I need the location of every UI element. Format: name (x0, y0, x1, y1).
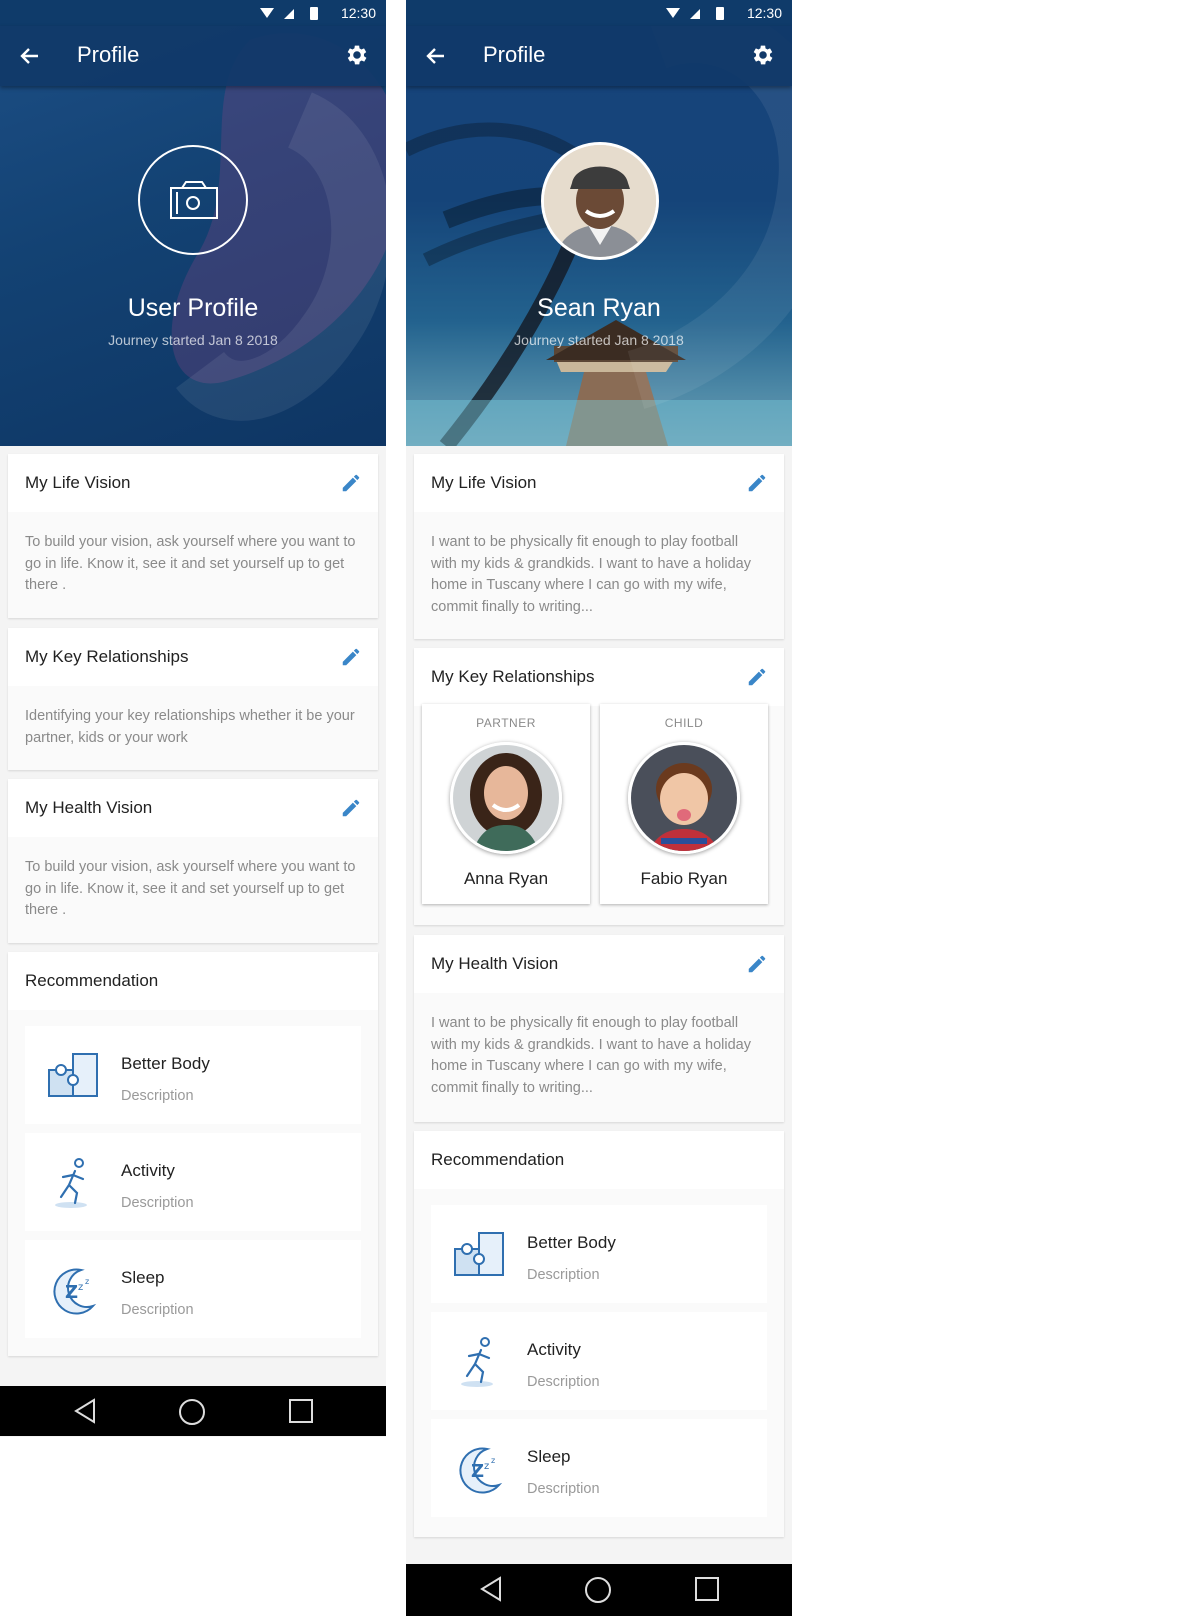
recommendation-title: Recommendation (25, 971, 159, 990)
recommendation-item-title: Better Body (121, 1054, 210, 1073)
nav-home-icon[interactable] (584, 1576, 612, 1604)
recommendation-item-title: Activity (121, 1161, 175, 1180)
recommendation-item-title: Activity (527, 1340, 581, 1359)
recommendation-title: Recommendation (431, 1150, 565, 1169)
profile-name: User Profile (127, 294, 259, 322)
sleep-moon-icon: Z z z (459, 1447, 503, 1494)
status-icons (260, 7, 318, 20)
edit-pencil-icon[interactable] (340, 646, 362, 668)
avatar-placeholder[interactable] (138, 145, 248, 255)
recommendation-item-description: Description (121, 1195, 194, 1211)
recommendation-item-title: Sleep (121, 1268, 165, 1287)
profile-hero: 12:30 Profile User Profile Journey start… (0, 0, 386, 446)
life-vision-card[interactable]: My Life Vision I want to be physically f… (414, 454, 784, 639)
profile-screen-filled: 12:30 Profile Sean Ryan Journey started … (406, 0, 792, 1616)
gear-icon[interactable] (344, 42, 370, 68)
recommendation-card: Recommendation Better Body Description A… (414, 1131, 784, 1537)
edit-pencil-icon[interactable] (746, 472, 768, 494)
status-bar: 12:30 (406, 0, 792, 26)
recommendation-item-title: Sleep (527, 1447, 571, 1466)
health-vision-title: My Health Vision (25, 798, 153, 817)
app-bar-title: Profile (483, 42, 546, 67)
svg-text:z: z (491, 1456, 495, 1465)
life-vision-card[interactable]: My Life Vision To build your vision, ask… (8, 454, 378, 618)
svg-text:Z: Z (471, 1461, 484, 1482)
relationship-card-child[interactable]: CHILD Fabio Ryan (600, 704, 768, 904)
app-bar: Profile (0, 26, 386, 86)
puzzle-icon (454, 1232, 504, 1276)
recommendation-item-description: Description (121, 1302, 194, 1318)
relationship-name: Anna Ryan (463, 869, 549, 888)
relationship-role: CHILD (664, 716, 704, 730)
sleep-moon-icon: Z z z (53, 1268, 97, 1315)
nav-recents-icon[interactable] (288, 1398, 314, 1424)
relationship-avatar (628, 742, 740, 854)
nav-back-icon[interactable] (478, 1576, 504, 1602)
svg-text:z: z (78, 1282, 83, 1293)
recommendation-card: Recommendation Better Body Description A… (8, 952, 378, 1356)
system-nav-bar (0, 1386, 386, 1436)
avatar-portrait (544, 145, 656, 257)
relationship-role: PARTNER (476, 716, 536, 730)
status-bar: 12:30 (0, 0, 386, 26)
nav-back-icon[interactable] (72, 1398, 98, 1424)
recommendation-item-activity[interactable]: Activity Description (25, 1133, 361, 1231)
health-vision-title: My Health Vision (431, 954, 559, 973)
recommendation-item-activity[interactable]: Activity Description (431, 1312, 767, 1410)
journey-start-date: Journey started Jan 8 2018 (514, 332, 684, 348)
key-relationships-text: Identifying your key relationships wheth… (25, 708, 355, 746)
app-bar-title: Profile (77, 42, 140, 67)
status-time: 12:30 (340, 5, 376, 21)
system-nav-bar (406, 1564, 792, 1616)
running-person-icon (55, 1158, 87, 1208)
key-relationships-title: My Key Relationships (431, 667, 595, 686)
recommendation-item-description: Description (121, 1088, 194, 1104)
life-vision-text: I want to be physically fit enough to pl… (431, 534, 751, 615)
edit-pencil-icon[interactable] (746, 953, 768, 975)
status-time: 12:30 (746, 5, 782, 21)
relationship-name: Fabio Ryan (640, 869, 728, 888)
life-vision-text: To build your vision, ask yourself where… (25, 534, 356, 593)
puzzle-icon (48, 1053, 98, 1097)
recommendation-item-description: Description (527, 1267, 600, 1283)
recommendation-item-sleep[interactable]: Z z z Sleep Description (431, 1419, 767, 1517)
health-vision-text: To build your vision, ask yourself where… (25, 859, 356, 918)
health-vision-text: I want to be physically fit enough to pl… (431, 1015, 751, 1096)
profile-name: Sean Ryan (537, 294, 661, 322)
relationship-avatar (450, 742, 562, 854)
app-bar: Profile (406, 26, 792, 86)
status-icons (666, 7, 724, 20)
camera-icon (170, 181, 218, 219)
key-relationships-card[interactable]: My Key Relationships PARTNER Anna Ryan C… (414, 648, 784, 925)
recommendation-item-description: Description (527, 1374, 600, 1390)
relationship-card-partner[interactable]: PARTNER Anna Ryan (422, 704, 590, 904)
recommendation-item-sleep[interactable]: Z z z Sleep Description (25, 1240, 361, 1338)
recommendation-item-description: Description (527, 1481, 600, 1497)
profile-hero: 12:30 Profile Sean Ryan Journey started … (406, 0, 792, 446)
nav-home-icon[interactable] (178, 1398, 206, 1426)
gear-icon[interactable] (750, 42, 776, 68)
svg-text:z: z (85, 1277, 89, 1286)
avatar[interactable] (541, 142, 659, 260)
key-relationships-title: My Key Relationships (25, 647, 189, 666)
health-vision-card[interactable]: My Health Vision To build your vision, a… (8, 779, 378, 943)
running-person-icon (461, 1337, 493, 1387)
life-vision-title: My Life Vision (431, 473, 537, 492)
back-arrow-icon[interactable] (18, 44, 42, 68)
recommendation-item-better-body[interactable]: Better Body Description (25, 1026, 361, 1124)
nav-recents-icon[interactable] (694, 1576, 720, 1602)
key-relationships-card[interactable]: My Key Relationships Identifying your ke… (8, 628, 378, 770)
edit-pencil-icon[interactable] (340, 797, 362, 819)
back-arrow-icon[interactable] (424, 44, 448, 68)
svg-text:Z: Z (65, 1282, 78, 1303)
recommendation-item-title: Better Body (527, 1233, 616, 1252)
profile-screen-empty: 12:30 Profile User Profile Journey start… (0, 0, 386, 1437)
health-vision-card[interactable]: My Health Vision I want to be physically… (414, 935, 784, 1122)
journey-start-date: Journey started Jan 8 2018 (108, 332, 278, 348)
svg-text:z: z (484, 1461, 489, 1472)
recommendation-item-better-body[interactable]: Better Body Description (431, 1205, 767, 1303)
edit-pencil-icon[interactable] (746, 666, 768, 688)
life-vision-title: My Life Vision (25, 473, 131, 492)
edit-pencil-icon[interactable] (340, 472, 362, 494)
